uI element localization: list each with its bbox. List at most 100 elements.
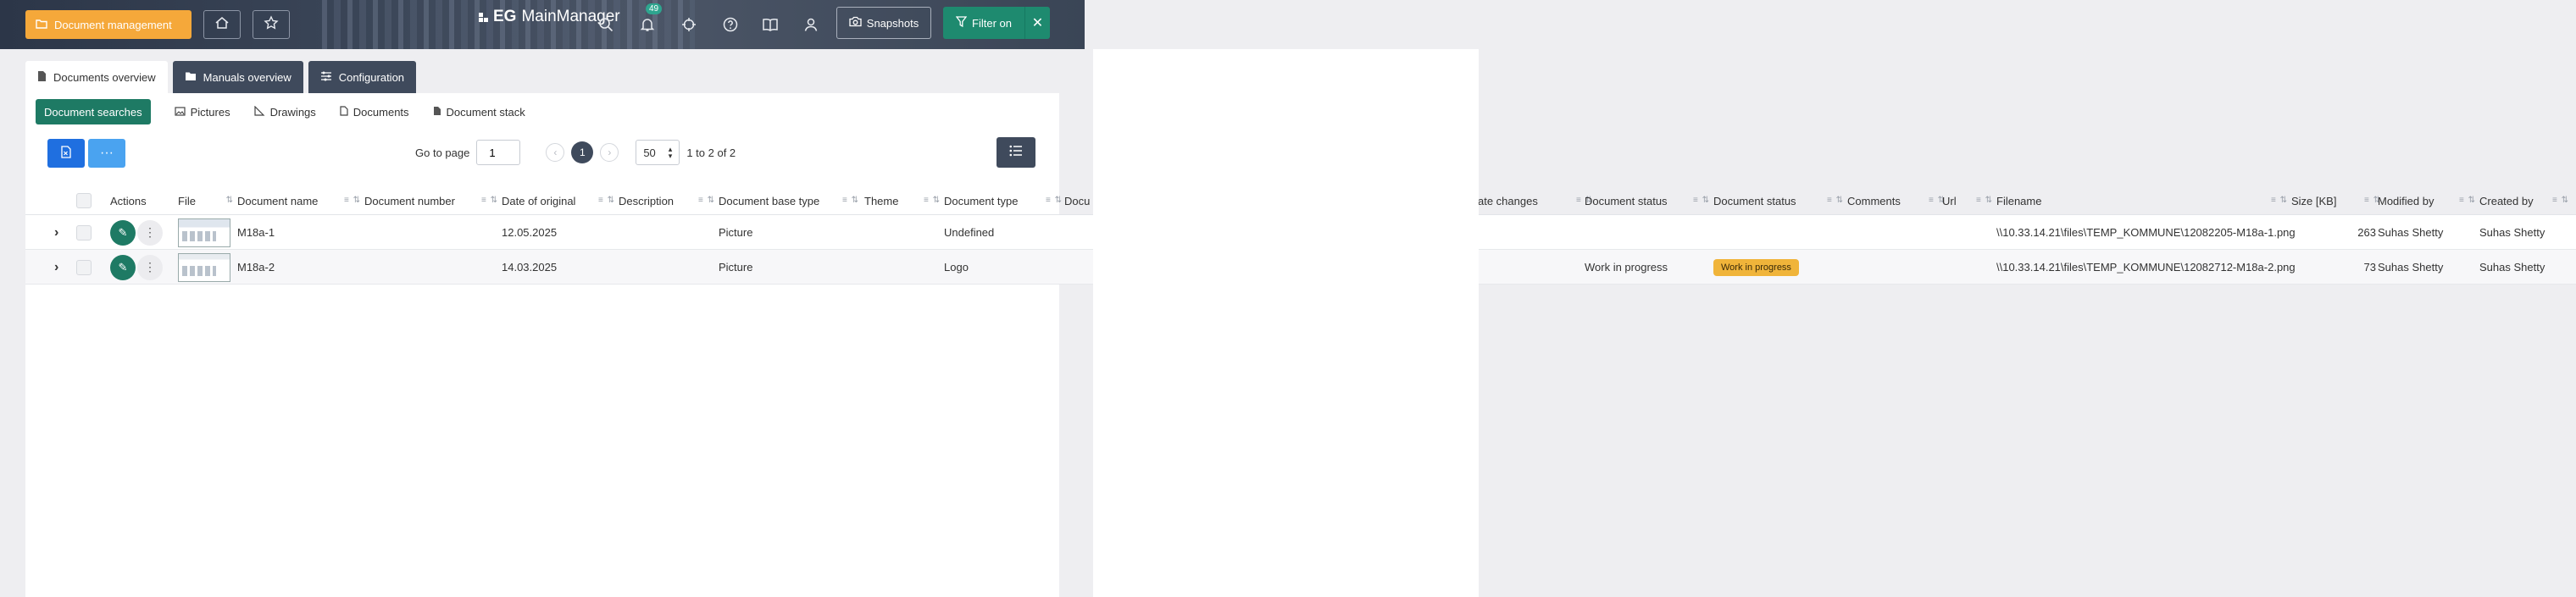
cell-modified-by: Suhas Shetty (2378, 226, 2444, 239)
page-size-select[interactable]: 50 ▴ ▾ (636, 140, 680, 165)
col-document-status[interactable]: Document status ≡ ⇅ (1585, 186, 1713, 215)
col-document-status-badge[interactable]: Document status ≡ ⇅ (1713, 186, 1847, 215)
col-comments[interactable]: Comments ≡ ⇅ (1847, 186, 1949, 215)
menu-sort-icon[interactable]: ≡ ⇅ (2271, 196, 2288, 205)
column-label: ate changes (1478, 194, 1538, 207)
col-document-name[interactable]: Document name ≡ ⇅ (237, 186, 364, 215)
more-options-button[interactable]: ··· (88, 139, 125, 168)
previous-page-button[interactable]: ‹ (546, 143, 565, 162)
book-icon[interactable] (760, 14, 780, 35)
filter-on-button[interactable]: Filter on (943, 7, 1024, 39)
bell-icon[interactable] (637, 14, 658, 35)
current-page-indicator[interactable]: 1 (571, 141, 594, 163)
edit-button[interactable]: ✎ (110, 215, 136, 250)
col-description[interactable]: Description ≡ ⇅ (619, 186, 719, 215)
col-filename[interactable]: Filename ≡ ⇅ (1996, 186, 2291, 215)
column-label: Actions (110, 194, 147, 207)
tab-label: Pictures (190, 105, 230, 119)
file-thumbnail[interactable] (178, 250, 230, 285)
close-icon: ✕ (1031, 16, 1044, 30)
menu-sort-icon[interactable]: ≡ ⇅ (1976, 196, 1993, 205)
checkbox[interactable] (76, 193, 92, 208)
column-chooser-button[interactable] (997, 137, 1035, 168)
help-icon[interactable] (720, 14, 741, 35)
next-page-button[interactable]: › (600, 143, 619, 162)
star-icon (264, 14, 279, 35)
row-checkbox[interactable] (76, 215, 92, 250)
snapshots-button[interactable]: Snapshots (836, 7, 931, 39)
checkbox[interactable] (76, 224, 92, 240)
file-thumbnail[interactable] (178, 215, 230, 250)
tab-documents[interactable]: Documents (340, 99, 409, 124)
main-tabs: Documents overview Manuals overview Conf… (25, 61, 417, 93)
expand-row-button[interactable]: › (54, 215, 58, 250)
go-to-page-label: Go to page (415, 146, 470, 159)
row-menu-button[interactable]: ⋮ (137, 250, 163, 285)
row-menu-button[interactable]: ⋮ (137, 215, 163, 250)
menu-sort-icon[interactable]: ≡ ⇅ (1693, 196, 1710, 205)
expand-row-button[interactable]: › (54, 250, 58, 285)
tab-drawings[interactable]: Drawings (253, 99, 316, 124)
menu-sort-icon[interactable]: ≡ ⇅ (481, 196, 498, 205)
col-size-kb[interactable]: Size [KB] ≡ ⇅ (2291, 186, 2384, 215)
export-excel-button[interactable] (47, 139, 85, 168)
kebab-menu-icon: ⋮ (137, 254, 163, 280)
sort-icon[interactable]: ⇅ (226, 196, 234, 205)
tab-pictures[interactable]: Pictures (175, 99, 230, 124)
blank-overlay-panel (1093, 49, 1479, 597)
go-to-page-input[interactable] (476, 140, 521, 165)
col-date-changes[interactable]: ate changes ≡ ⇅ (1478, 186, 1596, 215)
tab-document-searches[interactable]: Document searches (36, 99, 151, 124)
menu-sort-icon[interactable]: ≡ ⇅ (1046, 196, 1063, 205)
clear-filter-button[interactable]: ✕ (1024, 7, 1050, 39)
record-range-text: 1 to 2 of 2 (686, 146, 736, 159)
menu-sort-icon[interactable]: ≡ ⇅ (2459, 196, 2476, 205)
tab-configuration[interactable]: Configuration (308, 61, 417, 93)
edit-button[interactable]: ✎ (110, 250, 136, 285)
user-icon[interactable] (801, 14, 821, 35)
col-actions: Actions (110, 186, 169, 215)
cell-created-by: Suhas Shetty (2479, 226, 2545, 239)
menu-sort-icon[interactable]: ≡ ⇅ (2552, 196, 2569, 205)
col-modified-by[interactable]: Modified by ≡ ⇅ (2378, 186, 2479, 215)
col-document-type[interactable]: Document type ≡ ⇅ (944, 186, 1066, 215)
col-file[interactable]: File ⇅ (178, 186, 237, 215)
filter-icon (955, 16, 968, 30)
col-url[interactable]: Url ≡ ⇅ (1942, 186, 1996, 215)
menu-sort-icon[interactable]: ≡ ⇅ (1827, 196, 1844, 205)
tab-manuals-overview[interactable]: Manuals overview (172, 61, 303, 93)
favorites-button[interactable] (253, 10, 290, 39)
column-label: Document number (364, 194, 455, 207)
col-document-number[interactable]: Document number ≡ ⇅ (364, 186, 502, 215)
col-date-of-original[interactable]: Date of original ≡ ⇅ (502, 186, 619, 215)
chevron-right-icon: › (54, 224, 59, 240)
column-label: Document type (944, 194, 1019, 207)
edit-icon: ✎ (110, 254, 136, 280)
tab-label: Configuration (338, 70, 405, 84)
menu-sort-icon[interactable]: ≡ ⇅ (598, 196, 615, 205)
tab-documents-overview[interactable]: Documents overview (25, 61, 168, 93)
cell-document-base-type: Picture (719, 261, 753, 274)
checkbox[interactable] (76, 259, 92, 275)
column-label: Size [KB] (2291, 194, 2337, 207)
tab-document-stack[interactable]: Document stack (433, 99, 525, 124)
menu-sort-icon[interactable]: ≡ ⇅ (698, 196, 715, 205)
cell-created-by: Suhas Shetty (2479, 261, 2545, 274)
menu-sort-icon[interactable]: ≡ ⇅ (842, 196, 859, 205)
select-all-checkbox[interactable] (76, 186, 93, 215)
home-button[interactable] (203, 10, 241, 39)
crosshair-icon[interactable] (679, 14, 699, 35)
menu-sort-icon[interactable]: ≡ ⇅ (924, 196, 941, 205)
notification-count-badge: 49 (646, 3, 663, 14)
row-checkbox[interactable] (76, 250, 92, 285)
column-label: Url (1942, 194, 1957, 207)
col-created-by[interactable]: Created by ≡ ⇅ (2479, 186, 2573, 215)
menu-sort-icon[interactable]: ≡ ⇅ (344, 196, 361, 205)
top-navigation-bar: Document management EG MainManager 49 Sn… (0, 0, 1085, 49)
edit-icon: ✎ (110, 219, 136, 246)
search-icon[interactable] (596, 14, 616, 35)
cell-document-name: M18a-1 (237, 226, 275, 239)
document-management-button[interactable]: Document management (25, 10, 192, 39)
col-document-base-type[interactable]: Document base type ≡ ⇅ (719, 186, 863, 215)
col-theme[interactable]: Theme ≡ ⇅ (864, 186, 944, 215)
